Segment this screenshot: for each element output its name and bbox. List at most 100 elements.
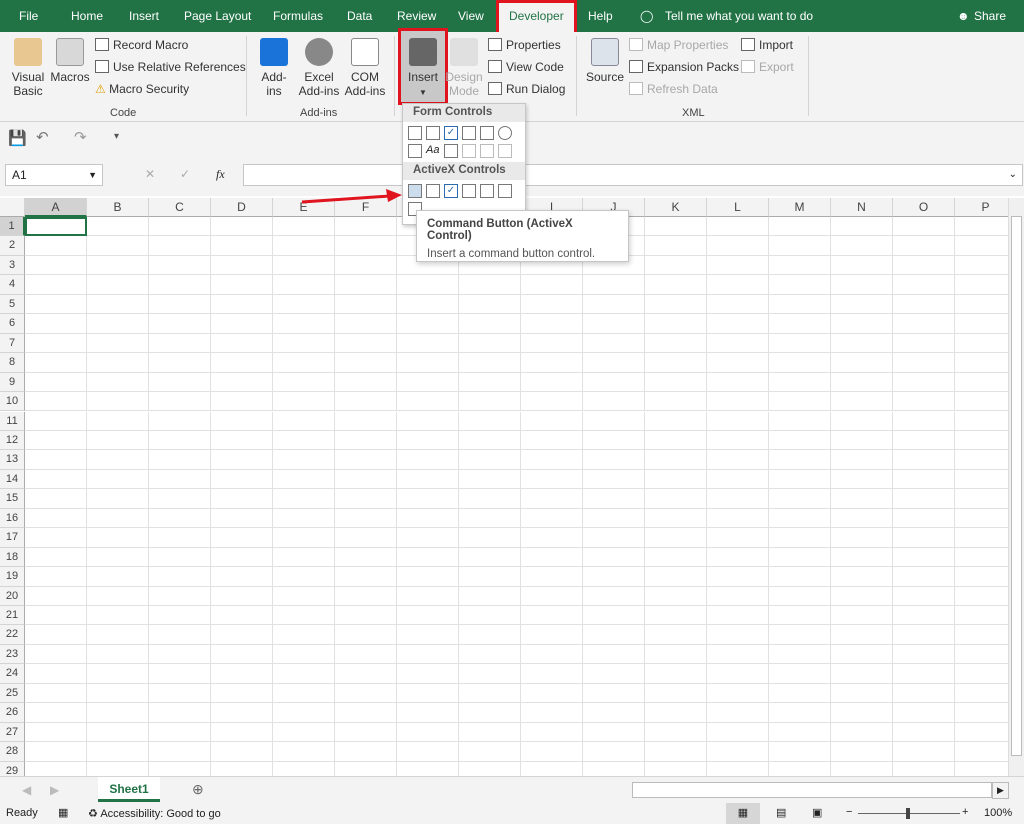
cell-E24[interactable] bbox=[273, 664, 335, 684]
cell-C26[interactable] bbox=[149, 703, 211, 723]
cell-G7[interactable] bbox=[397, 333, 459, 354]
cell-J26[interactable] bbox=[583, 703, 645, 723]
row-header[interactable]: 9 bbox=[0, 372, 25, 393]
cell-D22[interactable] bbox=[211, 625, 273, 645]
refresh-data-button[interactable]: Refresh Data bbox=[629, 82, 718, 96]
cell-E7[interactable] bbox=[273, 333, 335, 354]
cell-M12[interactable] bbox=[769, 430, 831, 451]
cell-H15[interactable] bbox=[459, 489, 521, 509]
source-button[interactable]: Source bbox=[585, 38, 625, 84]
cell-D13[interactable] bbox=[211, 450, 273, 470]
cell-I16[interactable] bbox=[521, 508, 583, 529]
row-header[interactable]: 3 bbox=[0, 255, 25, 276]
cell-D27[interactable] bbox=[211, 722, 273, 743]
column-header[interactable]: N bbox=[831, 198, 893, 217]
cell-I21[interactable] bbox=[521, 606, 583, 626]
cell-G28[interactable] bbox=[397, 742, 459, 762]
row-header[interactable]: 4 bbox=[0, 275, 25, 295]
cell-J20[interactable] bbox=[583, 586, 645, 606]
cell-A18[interactable] bbox=[25, 547, 87, 568]
cell-E25[interactable] bbox=[273, 683, 335, 704]
cell-F15[interactable] bbox=[335, 489, 397, 509]
macro-security-button[interactable]: ⚠ Macro Security bbox=[95, 82, 189, 96]
cell-K5[interactable] bbox=[645, 294, 707, 315]
cell-C28[interactable] bbox=[149, 742, 211, 762]
cell-L26[interactable] bbox=[707, 703, 769, 723]
cell-L16[interactable] bbox=[707, 508, 769, 529]
cell-I9[interactable] bbox=[521, 372, 583, 393]
cell-D16[interactable] bbox=[211, 508, 273, 529]
cell-J14[interactable] bbox=[583, 469, 645, 490]
cell-G13[interactable] bbox=[397, 450, 459, 470]
cell-N23[interactable] bbox=[831, 644, 893, 665]
view-code-button[interactable]: View Code bbox=[488, 60, 564, 74]
cell-O1[interactable] bbox=[893, 217, 955, 237]
cell-H4[interactable] bbox=[459, 275, 521, 295]
cell-I28[interactable] bbox=[521, 742, 583, 762]
row-header[interactable]: 19 bbox=[0, 567, 25, 587]
cell-N21[interactable] bbox=[831, 606, 893, 626]
cell-G11[interactable] bbox=[397, 411, 459, 431]
cell-K19[interactable] bbox=[645, 567, 707, 587]
activex-list-box-icon[interactable] bbox=[462, 184, 476, 198]
cell-J6[interactable] bbox=[583, 314, 645, 334]
cell-F14[interactable] bbox=[335, 469, 397, 490]
expand-formula-bar-icon[interactable]: ⌄ bbox=[1009, 169, 1017, 180]
cell-B17[interactable] bbox=[87, 528, 149, 548]
cell-M16[interactable] bbox=[769, 508, 831, 529]
cell-H22[interactable] bbox=[459, 625, 521, 645]
cell-O14[interactable] bbox=[893, 469, 955, 490]
cell-F2[interactable] bbox=[335, 236, 397, 256]
cell-N12[interactable] bbox=[831, 430, 893, 451]
cell-F3[interactable] bbox=[335, 255, 397, 276]
cell-D25[interactable] bbox=[211, 683, 273, 704]
cell-O24[interactable] bbox=[893, 664, 955, 684]
cell-C24[interactable] bbox=[149, 664, 211, 684]
cell-F20[interactable] bbox=[335, 586, 397, 606]
cell-M24[interactable] bbox=[769, 664, 831, 684]
cell-M25[interactable] bbox=[769, 683, 831, 704]
properties-button[interactable]: Properties bbox=[488, 38, 561, 52]
chevron-down-icon[interactable]: ▼ bbox=[88, 170, 97, 180]
cell-A22[interactable] bbox=[25, 625, 87, 645]
cell-P23[interactable] bbox=[955, 645, 1008, 665]
cell-K21[interactable] bbox=[645, 606, 707, 626]
cell-D28[interactable] bbox=[211, 742, 273, 762]
cell-C6[interactable] bbox=[149, 314, 211, 334]
expansion-packs-button[interactable]: Expansion Packs bbox=[629, 60, 739, 74]
cell-O6[interactable] bbox=[893, 314, 955, 334]
cell-K8[interactable] bbox=[645, 353, 707, 373]
row-header[interactable]: 12 bbox=[0, 430, 25, 451]
cell-B23[interactable] bbox=[87, 644, 149, 665]
cell-O15[interactable] bbox=[893, 489, 955, 509]
cell-I5[interactable] bbox=[521, 294, 583, 315]
cell-K2[interactable] bbox=[645, 236, 707, 256]
worksheet-grid[interactable]: ABCDEFGHIJKLMNOP123456789101112131415161… bbox=[0, 198, 1008, 776]
cell-D11[interactable] bbox=[211, 411, 273, 431]
cell-F11[interactable] bbox=[335, 411, 397, 431]
cell-P5[interactable] bbox=[955, 295, 1008, 315]
cell-J10[interactable] bbox=[583, 392, 645, 412]
cell-B7[interactable] bbox=[87, 333, 149, 354]
cell-E15[interactable] bbox=[273, 489, 335, 509]
row-header[interactable]: 16 bbox=[0, 508, 25, 529]
cell-B19[interactable] bbox=[87, 567, 149, 587]
cell-L3[interactable] bbox=[707, 255, 769, 276]
cell-F12[interactable] bbox=[335, 430, 397, 451]
cell-F7[interactable] bbox=[335, 333, 397, 354]
row-header[interactable]: 26 bbox=[0, 703, 25, 723]
cell-M28[interactable] bbox=[769, 742, 831, 762]
cell-K22[interactable] bbox=[645, 625, 707, 645]
cell-A17[interactable] bbox=[25, 528, 87, 548]
row-header[interactable]: 22 bbox=[0, 625, 25, 645]
cell-A25[interactable] bbox=[25, 683, 87, 704]
cell-O19[interactable] bbox=[893, 567, 955, 587]
cell-J21[interactable] bbox=[583, 606, 645, 626]
cell-G15[interactable] bbox=[397, 489, 459, 509]
tab-help[interactable]: Help bbox=[588, 9, 613, 23]
row-header[interactable]: 27 bbox=[0, 722, 25, 743]
cell-P6[interactable] bbox=[955, 314, 1008, 334]
cell-C22[interactable] bbox=[149, 625, 211, 645]
cell-D15[interactable] bbox=[211, 489, 273, 509]
cell-O26[interactable] bbox=[893, 703, 955, 723]
